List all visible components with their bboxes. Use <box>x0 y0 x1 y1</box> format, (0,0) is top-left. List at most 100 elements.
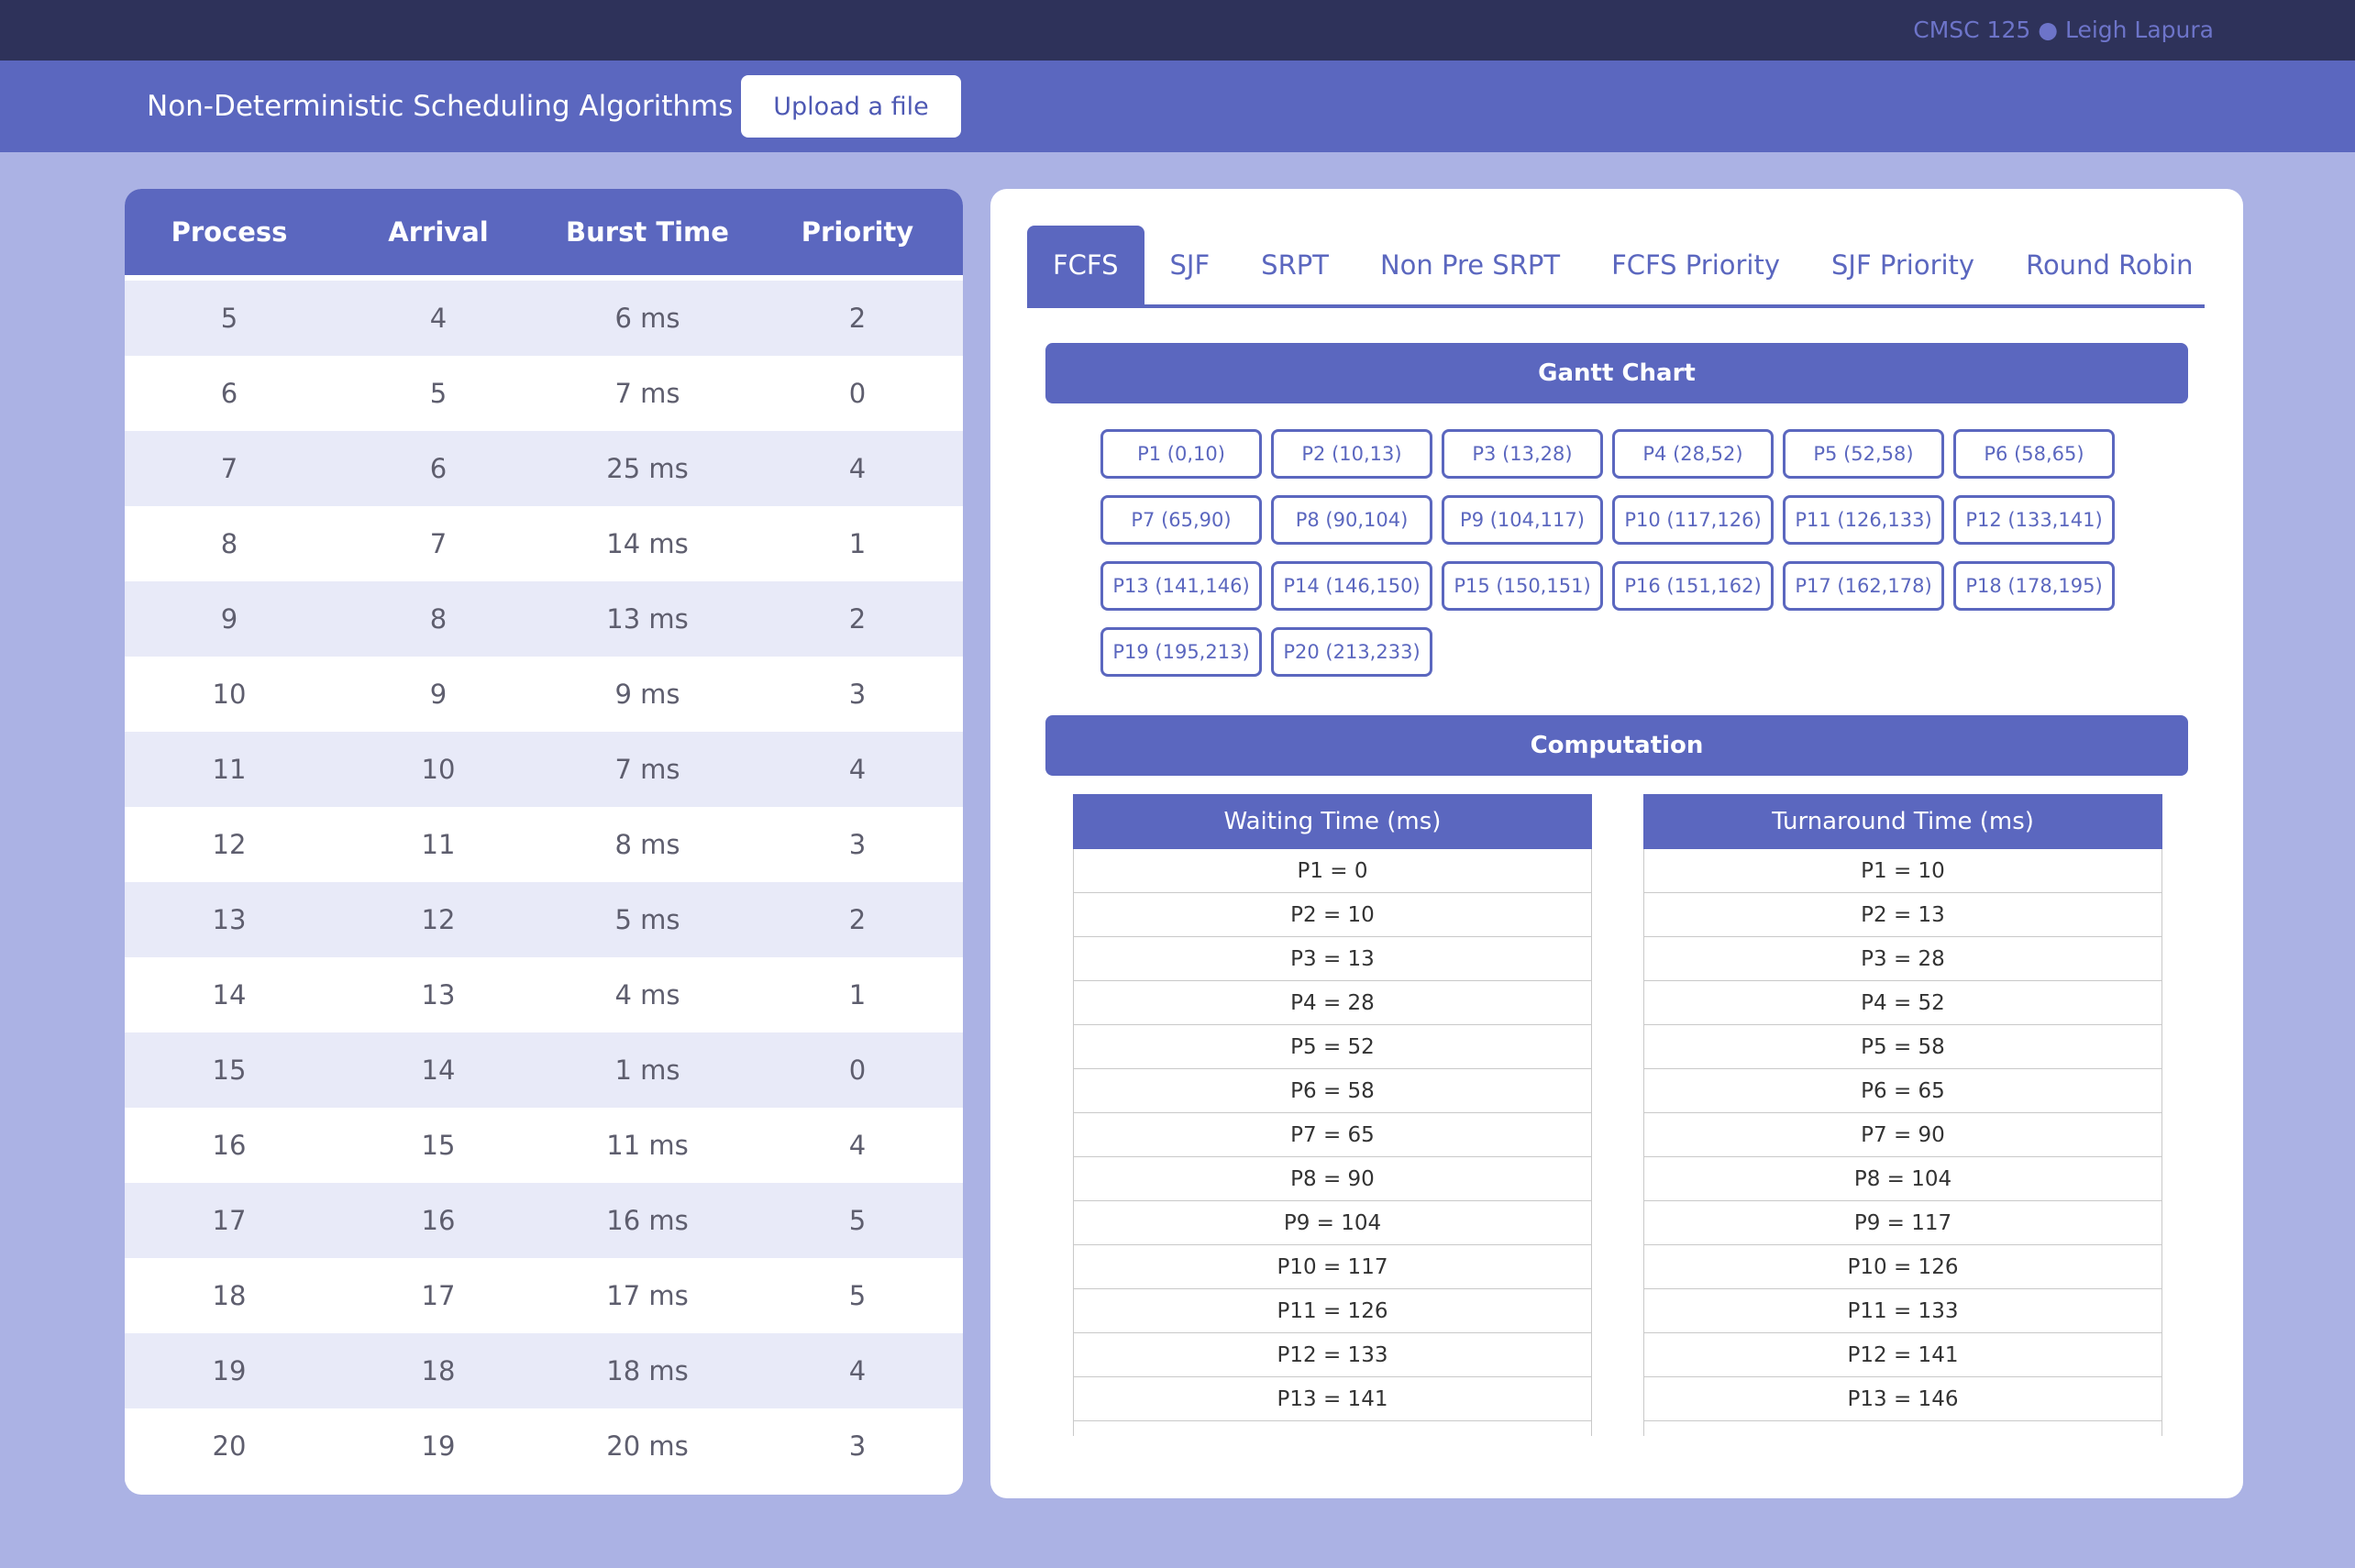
tab-srpt[interactable]: SRPT <box>1235 226 1354 304</box>
cell-process: 5 <box>220 303 238 334</box>
turnaround-time-row: P8 = 104 <box>1644 1157 2162 1201</box>
turnaround-time-row: P11 = 133 <box>1644 1289 2162 1333</box>
cell-process: 13 <box>212 904 247 935</box>
cell-process: 12 <box>212 829 247 860</box>
cell-priority: 0 <box>848 1055 867 1086</box>
tab-non-pre-srpt[interactable]: Non Pre SRPT <box>1354 226 1586 304</box>
table-row: 8 7 14 ms 1 <box>125 506 963 581</box>
waiting-time-row: P2 = 10 <box>1074 893 1591 937</box>
gantt-block: P12 (133,141) <box>1953 495 2115 545</box>
cell-priority: 3 <box>848 829 867 860</box>
cell-arrival: 4 <box>429 303 448 334</box>
cell-priority: 2 <box>848 603 867 635</box>
table-row: 10 9 9 ms 3 <box>125 657 963 732</box>
gantt-block: P9 (104,117) <box>1442 495 1603 545</box>
turnaround-time-row: P4 = 52 <box>1644 981 2162 1025</box>
cell-process: 6 <box>220 378 238 409</box>
cell-arrival: 15 <box>421 1130 456 1161</box>
cell-arrival: 13 <box>421 979 456 1010</box>
turnaround-time-row: P2 = 13 <box>1644 893 2162 937</box>
cell-burst-time: 11 ms <box>606 1130 689 1161</box>
waiting-time-row: P3 = 13 <box>1074 937 1591 981</box>
turnaround-time-header: Turnaround Time (ms) <box>1643 794 2162 849</box>
process-table-panel: Process Arrival Burst Time Priority 5 4 6 … <box>125 189 963 1495</box>
cell-priority: 4 <box>848 754 867 785</box>
cell-priority: 2 <box>848 904 867 935</box>
tab-sjf-priority[interactable]: SJF Priority <box>1806 226 2000 304</box>
cell-process: 17 <box>212 1205 247 1236</box>
cell-burst-time: 1 ms <box>614 1055 680 1086</box>
cell-process: 16 <box>212 1130 247 1161</box>
cell-process: 11 <box>212 754 247 785</box>
upload-file-button[interactable]: Upload a file <box>741 75 961 138</box>
tab-fcfs[interactable]: FCFS <box>1027 226 1144 304</box>
waiting-time-row: P7 = 65 <box>1074 1113 1591 1157</box>
cell-priority: 3 <box>848 1430 867 1462</box>
table-row: 17 16 16 ms 5 <box>125 1183 963 1258</box>
waiting-time-rows: P1 = 0 P2 = 10 P3 = 13 P4 = 28 P5 = 52 P6 = 5… <box>1073 849 1592 1436</box>
header-priority: Priority <box>801 216 914 248</box>
table-row: 16 15 11 ms 4 <box>125 1108 963 1183</box>
cell-burst-time: 18 ms <box>606 1355 689 1386</box>
table-row: 9 8 13 ms 2 <box>125 581 963 657</box>
gantt-block: P10 (117,126) <box>1612 495 1774 545</box>
turnaround-time-row: P5 = 58 <box>1644 1025 2162 1069</box>
table-row: 7 6 25 ms 4 <box>125 431 963 506</box>
cell-burst-time: 7 ms <box>614 378 680 409</box>
waiting-time-row: P5 = 52 <box>1074 1025 1591 1069</box>
table-row: 14 13 4 ms 1 <box>125 957 963 1032</box>
cell-process: 19 <box>212 1355 247 1386</box>
cell-arrival: 12 <box>421 904 456 935</box>
gantt-chart-header: Gantt Chart <box>1045 343 2188 403</box>
gantt-block: P17 (162,178) <box>1783 561 1944 611</box>
table-row: 6 5 7 ms 0 <box>125 356 963 431</box>
turnaround-time-rows: P1 = 10 P2 = 13 P3 = 28 P4 = 52 P5 = 58 P6 = … <box>1643 849 2162 1436</box>
gantt-block: P18 (178,195) <box>1953 561 2115 611</box>
cell-process: 8 <box>220 528 238 559</box>
cell-burst-time: 5 ms <box>614 904 680 935</box>
cell-process: 9 <box>220 603 238 635</box>
cell-burst-time: 25 ms <box>606 453 689 484</box>
tab-fcfs-priority[interactable]: FCFS Priority <box>1586 226 1806 304</box>
cell-priority: 4 <box>848 453 867 484</box>
cell-process: 20 <box>212 1430 247 1462</box>
table-row: 5 4 6 ms 2 <box>125 281 963 356</box>
turnaround-time-table: Turnaround Time (ms) P1 = 10 P2 = 13 P3 = … <box>1643 794 2162 1436</box>
cell-priority: 5 <box>848 1205 867 1236</box>
waiting-time-row: P11 = 126 <box>1074 1289 1591 1333</box>
tab-sjf[interactable]: SJF <box>1144 226 1236 304</box>
gantt-block: P14 (146,150) <box>1271 561 1432 611</box>
gantt-block: P8 (90,104) <box>1271 495 1432 545</box>
gantt-block: P19 (195,213) <box>1100 627 1262 677</box>
cell-arrival: 14 <box>421 1055 456 1086</box>
cell-burst-time: 14 ms <box>606 528 689 559</box>
cell-priority: 4 <box>848 1130 867 1161</box>
cell-arrival: 11 <box>421 829 456 860</box>
gantt-block: P7 (65,90) <box>1100 495 1262 545</box>
cell-burst-time: 7 ms <box>614 754 680 785</box>
cell-priority: 2 <box>848 303 867 334</box>
tab-round-robin[interactable]: Round Robin <box>2000 226 2218 304</box>
cell-burst-time: 9 ms <box>614 679 680 710</box>
cell-priority: 4 <box>848 1355 867 1386</box>
waiting-time-row: P1 = 0 <box>1074 849 1591 893</box>
table-row: 13 12 5 ms 2 <box>125 882 963 957</box>
gantt-block: P3 (13,28) <box>1442 429 1603 479</box>
turnaround-time-row: P6 = 65 <box>1644 1069 2162 1113</box>
waiting-time-row: P10 = 117 <box>1074 1245 1591 1289</box>
turnaround-time-row: P1 = 10 <box>1644 849 2162 893</box>
cell-priority: 3 <box>848 679 867 710</box>
gantt-block: P6 (58,65) <box>1953 429 2115 479</box>
cell-priority: 1 <box>848 979 867 1010</box>
waiting-time-row: P9 = 104 <box>1074 1201 1591 1245</box>
waiting-time-row: P6 = 58 <box>1074 1069 1591 1113</box>
turnaround-time-row: P3 = 28 <box>1644 937 2162 981</box>
gantt-block: P11 (126,133) <box>1783 495 1944 545</box>
cell-burst-time: 20 ms <box>606 1430 689 1462</box>
waiting-time-table: Waiting Time (ms) P1 = 0 P2 = 10 P3 = 13 P4… <box>1073 794 1592 1436</box>
top-bar: CMSC 125 ● Leigh Lapura <box>0 0 2355 61</box>
process-table-header: Process Arrival Burst Time Priority <box>125 189 963 281</box>
header-arrival: Arrival <box>388 216 489 248</box>
cell-arrival: 9 <box>429 679 448 710</box>
waiting-time-header: Waiting Time (ms) <box>1073 794 1592 849</box>
